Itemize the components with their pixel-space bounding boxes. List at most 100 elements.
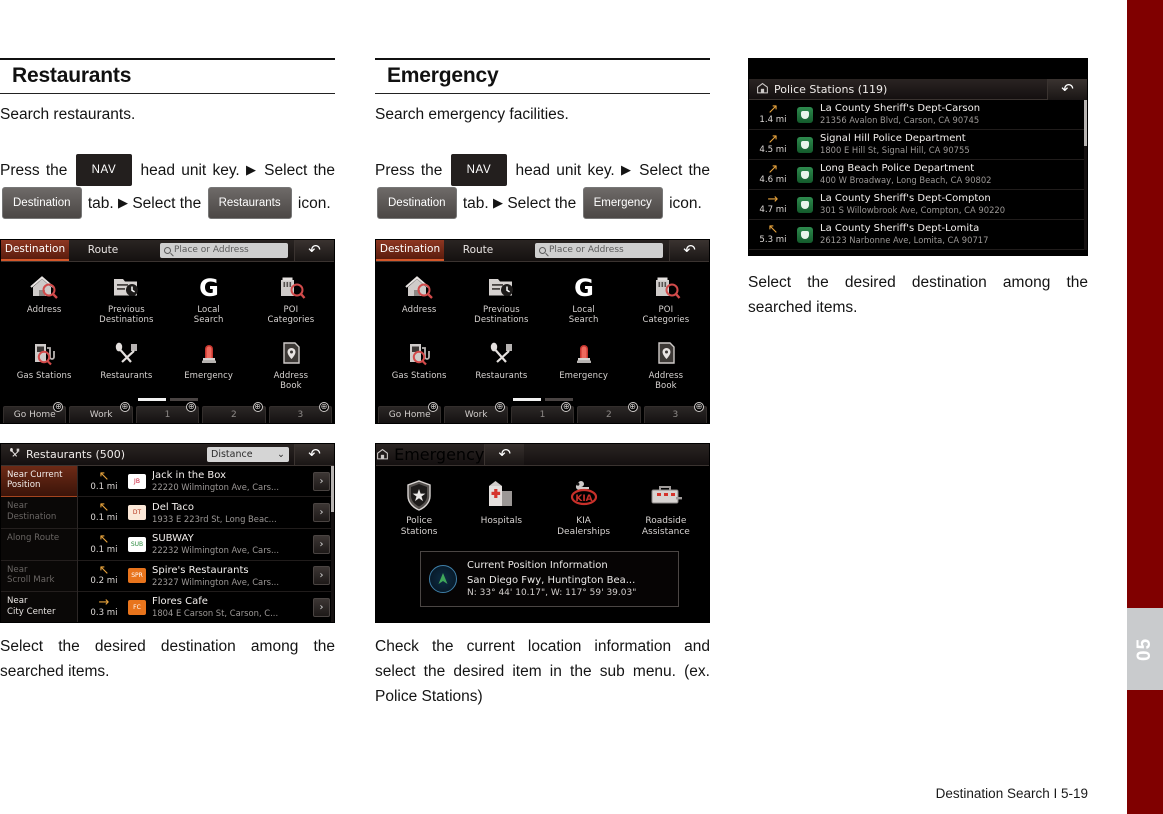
emergency-title-wrap: Emergency bbox=[376, 445, 484, 464]
direction-arrow-icon: ↖ bbox=[98, 563, 110, 579]
tab-destination[interactable]: Destination bbox=[376, 239, 444, 261]
add-icon[interactable]: ⊕ bbox=[627, 401, 638, 412]
back-button[interactable]: ↶ bbox=[294, 443, 334, 465]
add-icon[interactable]: ⊕ bbox=[252, 401, 263, 412]
grid-item-emergency[interactable]: Emergency bbox=[543, 332, 625, 398]
distance-cell: → 4.7 mi bbox=[749, 193, 797, 215]
page-dot-1[interactable] bbox=[137, 398, 166, 402]
shortcut-label-work: Work bbox=[464, 410, 488, 421]
grid-label-gas-stations: Gas Stations bbox=[16, 370, 72, 381]
table-row[interactable]: ↖ 0.2 mi SPR Spire's Restaurants 22327 W… bbox=[78, 561, 334, 593]
emergency-item-roadside-assistance[interactable]: Roadside Assistance bbox=[625, 478, 707, 538]
emergency-item-hospitals[interactable]: Hospitals bbox=[460, 478, 542, 538]
filter-near-city-center[interactable]: Near City Center bbox=[1, 592, 77, 622]
emergency-item-police-stations[interactable]: Police Stations bbox=[378, 478, 460, 538]
page-dot-1[interactable] bbox=[512, 398, 541, 402]
grid-item-poi-categories[interactable]: POI Categories bbox=[625, 266, 707, 332]
grid-item-address[interactable]: Address bbox=[3, 266, 85, 332]
poi-address: 301 S Willowbrook Ave, Compton, CA 90220 bbox=[820, 205, 1006, 216]
police-badge-icon bbox=[404, 478, 434, 512]
emergency-label-hospitals: Hospitals bbox=[480, 515, 523, 526]
sort-select[interactable]: Distance ⌄ bbox=[207, 446, 289, 462]
table-row[interactable]: ↖ 0.1 mi DT Del Taco 1933 E 223rd St, Lo… bbox=[78, 497, 334, 530]
table-row[interactable]: → 4.7 mi La County Sheriff's Dept-Compto… bbox=[749, 190, 1087, 220]
add-icon[interactable]: ⊕ bbox=[319, 401, 330, 412]
page-dot-2[interactable] bbox=[544, 398, 573, 402]
add-icon[interactable]: ⊕ bbox=[53, 401, 64, 412]
scrollbar-thumb[interactable] bbox=[1084, 100, 1087, 146]
page-dot-2[interactable] bbox=[169, 398, 198, 402]
add-icon[interactable]: ⊕ bbox=[561, 401, 572, 412]
scrollbar-thumb[interactable] bbox=[331, 465, 334, 512]
google-g-icon: G bbox=[194, 272, 224, 302]
grid-item-emergency[interactable]: Emergency bbox=[168, 332, 250, 398]
filter-near-destination[interactable]: Near Destination bbox=[1, 497, 77, 530]
shortcut-1[interactable]: 1 ⊕ bbox=[510, 401, 575, 423]
instruction-steps: Press the NAV head unit key. ▶ Select th… bbox=[375, 153, 710, 221]
shortcut-3[interactable]: 3 ⊕ bbox=[268, 401, 333, 423]
chevron-right-icon[interactable]: › bbox=[313, 566, 330, 586]
poi-text: Jack in the Box 22220 Wilmington Ave, Ca… bbox=[152, 470, 313, 493]
shortcut-go-home[interactable]: Go Home ⊕ bbox=[3, 401, 67, 423]
shortcut-1[interactable]: 1 ⊕ bbox=[135, 401, 200, 423]
destination-tab-chip: Destination bbox=[2, 187, 82, 220]
tab-destination[interactable]: Destination bbox=[1, 239, 69, 261]
add-icon[interactable]: ⊕ bbox=[428, 401, 439, 412]
scrollbar[interactable] bbox=[1084, 100, 1087, 250]
back-button[interactable]: ↶ bbox=[294, 239, 334, 261]
grid-item-address-book[interactable]: Address Book bbox=[625, 332, 707, 398]
grid-item-previous-destinations[interactable]: Previous Destinations bbox=[460, 266, 542, 332]
grid-item-local-search[interactable]: G Local Search bbox=[168, 266, 250, 332]
table-row[interactable]: ↖ 0.1 mi SUB SUBWAY 22232 Wilmington Ave… bbox=[78, 529, 334, 561]
grid-item-poi-categories[interactable]: POI Categories bbox=[250, 266, 332, 332]
scrollbar[interactable] bbox=[331, 465, 334, 622]
table-row[interactable]: ↗ 1.4 mi La County Sheriff's Dept-Carson… bbox=[749, 100, 1087, 130]
shortcut-2[interactable]: 2 ⊕ bbox=[577, 401, 641, 423]
grid-item-gas-stations[interactable]: Gas Stations bbox=[3, 332, 85, 398]
grid-item-address-book[interactable]: Address Book bbox=[250, 332, 332, 398]
grid-item-restaurants[interactable]: Restaurants bbox=[85, 332, 167, 398]
tab-route[interactable]: Route bbox=[444, 240, 512, 261]
back-button[interactable]: ↶ bbox=[669, 239, 709, 261]
chevron-right-icon[interactable]: › bbox=[313, 534, 330, 554]
shortcut-work[interactable]: Work ⊕ bbox=[444, 401, 508, 423]
chevron-right-icon[interactable]: › bbox=[313, 598, 330, 618]
add-icon[interactable]: ⊕ bbox=[186, 401, 197, 412]
table-row[interactable]: ↖ 0.1 mi JB Jack in the Box 22220 Wilmin… bbox=[78, 466, 334, 498]
poi-name: La County Sheriff's Dept-Lomita bbox=[820, 223, 980, 235]
back-button[interactable]: ↶ bbox=[484, 443, 525, 466]
svg-text:G: G bbox=[199, 274, 219, 300]
grid-item-local-search[interactable]: G Local Search bbox=[543, 266, 625, 332]
shortcut-2[interactable]: 2 ⊕ bbox=[202, 401, 266, 423]
shortcut-work[interactable]: Work ⊕ bbox=[69, 401, 133, 423]
add-icon[interactable]: ⊕ bbox=[694, 401, 705, 412]
column-police-stations: Police Stations (119) ↶ ↗ 1.4 mi La Coun… bbox=[748, 58, 1088, 320]
search-input[interactable]: Place or Address bbox=[160, 242, 288, 258]
filter-near-scroll-mark[interactable]: Near Scroll Mark bbox=[1, 561, 77, 593]
table-row[interactable]: ↗ 4.6 mi Long Beach Police Department 40… bbox=[749, 160, 1087, 190]
filter-along-route[interactable]: Along Route bbox=[1, 529, 77, 561]
grid-item-gas-stations[interactable]: Gas Stations bbox=[378, 332, 460, 398]
emergency-item-kia-dealerships[interactable]: KIA KIA Dealerships bbox=[543, 478, 625, 538]
table-row[interactable]: ↗ 4.5 mi Signal Hill Police Department 1… bbox=[749, 130, 1087, 160]
grid-item-previous-destinations[interactable]: Previous Destinations bbox=[85, 266, 167, 332]
table-row[interactable]: → 0.3 mi FC Flores Cafe 1804 E Carson St… bbox=[78, 592, 334, 622]
search-input[interactable]: Place or Address bbox=[535, 242, 663, 258]
chevron-right-icon[interactable]: › bbox=[313, 503, 330, 523]
current-position-panel[interactable]: Current Position Information San Diego F… bbox=[420, 551, 679, 608]
add-icon[interactable]: ⊕ bbox=[119, 401, 130, 412]
grid-label-local-search: Local Search bbox=[193, 304, 224, 325]
table-row[interactable]: ↖ 5.3 mi La County Sheriff's Dept-Lomita… bbox=[749, 220, 1087, 250]
tab-route[interactable]: Route bbox=[69, 240, 137, 261]
add-icon[interactable]: ⊕ bbox=[494, 401, 505, 412]
back-button[interactable]: ↶ bbox=[1047, 78, 1087, 100]
grid-item-address[interactable]: Address bbox=[378, 266, 460, 332]
filter-near-current-position[interactable]: Near Current Position bbox=[1, 465, 77, 498]
grid-item-restaurants[interactable]: Restaurants bbox=[460, 332, 542, 398]
poi-text: La County Sheriff's Dept-Carson 21356 Av… bbox=[820, 103, 1087, 126]
shortcut-go-home[interactable]: Go Home ⊕ bbox=[378, 401, 442, 423]
instruction-steps: Press the NAV head unit key. ▶ Select th… bbox=[0, 153, 335, 221]
chevron-right-icon[interactable]: › bbox=[313, 471, 330, 491]
shortcut-label-1: 1 bbox=[539, 410, 546, 421]
shortcut-3[interactable]: 3 ⊕ bbox=[643, 401, 708, 423]
